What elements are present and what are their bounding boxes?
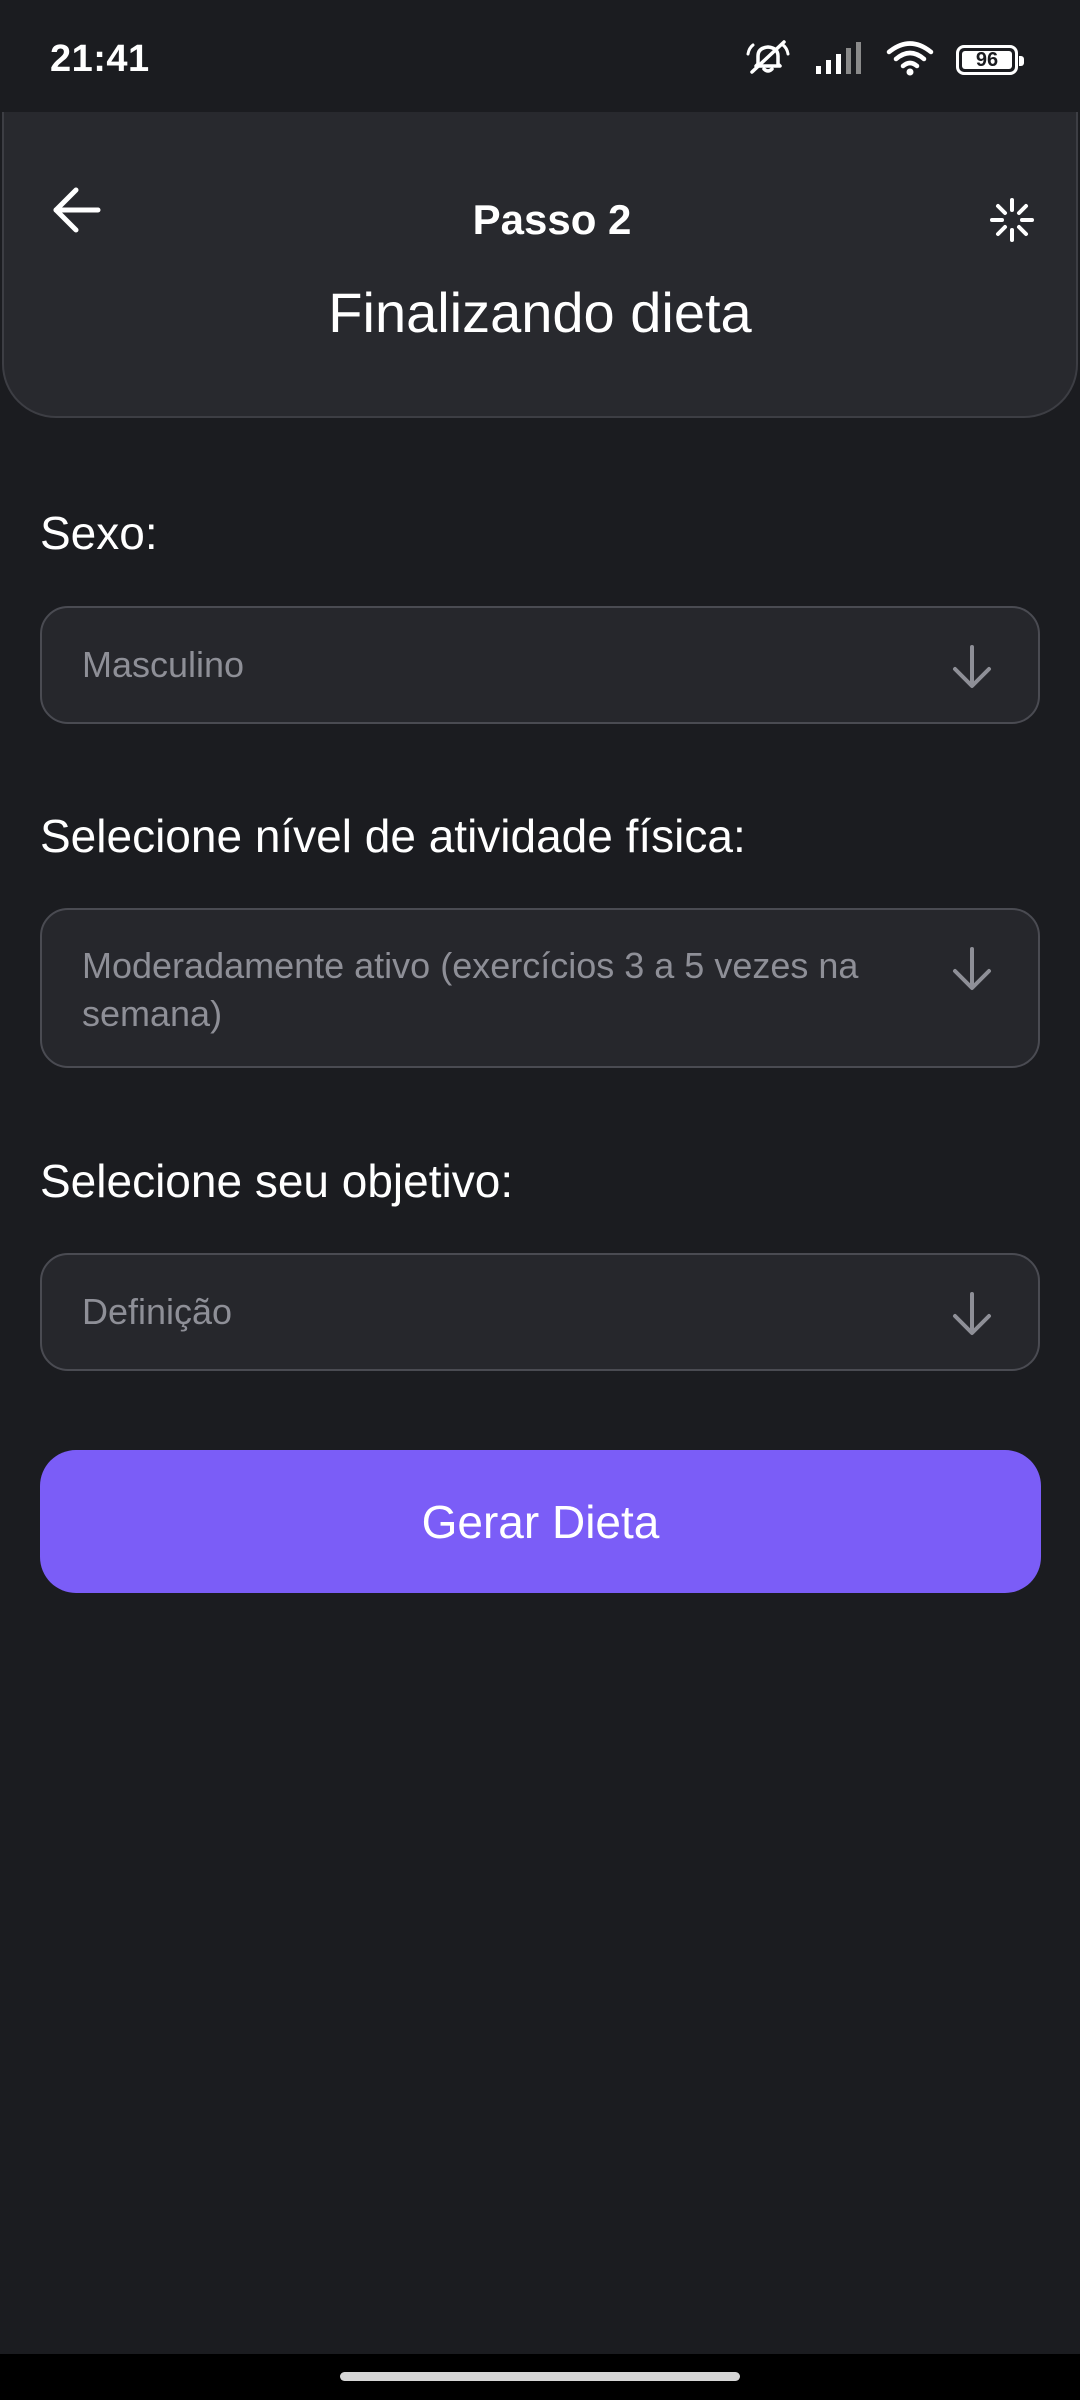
mute-icon [744, 38, 792, 83]
activity-label: Selecione nível de atividade física: [40, 810, 746, 862]
arrow-down-icon [950, 1291, 994, 1337]
status-icons: 96 [744, 36, 1024, 84]
battery-level-text: 96 [975, 48, 999, 71]
activity-select-value: Moderadamente ativo (exercícios 3 a 5 ve… [82, 945, 859, 1034]
wifi-icon [886, 39, 934, 82]
generate-diet-button[interactable]: Gerar Dieta [40, 1450, 1041, 1593]
battery-icon: 96 [956, 45, 1024, 75]
sex-select-value: Masculino [82, 644, 245, 685]
signal-icon [814, 40, 864, 81]
goal-label: Selecione seu objetivo: [40, 1155, 514, 1207]
goal-select-value: Definição [82, 1291, 233, 1332]
goal-select[interactable]: Definição [40, 1253, 1040, 1371]
status-bar: 21:41 96 [0, 0, 1080, 112]
page-title: Finalizando dieta [328, 281, 752, 344]
status-time: 21:41 [50, 38, 150, 80]
sex-label: Sexo: [40, 507, 158, 559]
step-title: Passo 2 [472, 196, 632, 243]
home-indicator[interactable] [340, 2372, 740, 2381]
header-card [2, 112, 1078, 418]
spinner-icon [988, 196, 1036, 244]
arrow-down-icon [950, 644, 994, 690]
arrow-down-icon [950, 946, 994, 992]
sex-select[interactable]: Masculino [40, 606, 1040, 724]
activity-select[interactable]: Moderadamente ativo (exercícios 3 a 5 ve… [40, 908, 1040, 1068]
